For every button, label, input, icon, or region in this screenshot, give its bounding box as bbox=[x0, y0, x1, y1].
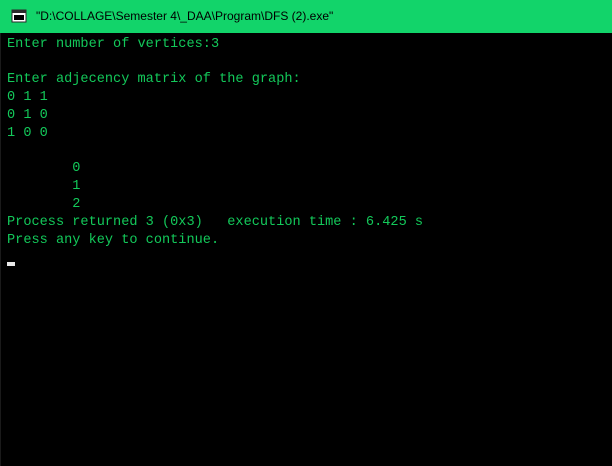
console-line-process-returned: Process returned 3 (0x3) execution time … bbox=[7, 215, 424, 230]
console-line-prompt-matrix: Enter adjecency matrix of the graph: bbox=[7, 72, 301, 87]
console-output[interactable]: Enter number of vertices:3 Enter adjecen… bbox=[0, 33, 612, 466]
text-cursor bbox=[7, 262, 15, 266]
console-line-prompt-vertices: Enter number of vertices:3 bbox=[7, 37, 220, 52]
console-line-dfs-2: 2 bbox=[7, 197, 81, 212]
window-title: "D:\COLLAGE\Semester 4\_DAA\Program\DFS … bbox=[36, 9, 334, 23]
console-line-matrix-row-1: 0 1 1 bbox=[7, 90, 48, 105]
title-bar[interactable]: "D:\COLLAGE\Semester 4\_DAA\Program\DFS … bbox=[0, 0, 612, 33]
console-window: "D:\COLLAGE\Semester 4\_DAA\Program\DFS … bbox=[0, 0, 612, 466]
console-app-icon bbox=[11, 9, 27, 23]
console-line-dfs-0: 0 bbox=[7, 161, 81, 176]
console-line-matrix-row-2: 0 1 0 bbox=[7, 108, 48, 123]
console-line-matrix-row-3: 1 0 0 bbox=[7, 126, 48, 141]
console-line-press-any-key: Press any key to continue. bbox=[7, 233, 220, 248]
console-line-dfs-1: 1 bbox=[7, 179, 81, 194]
